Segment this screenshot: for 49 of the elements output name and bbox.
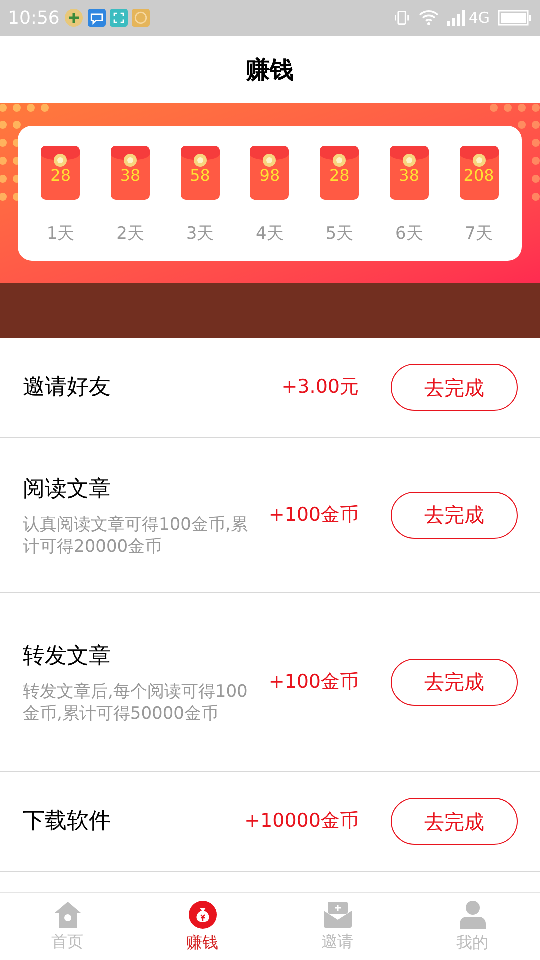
complete-button[interactable]: 去完成 bbox=[391, 798, 518, 845]
day-label: 4天 bbox=[256, 223, 284, 246]
scan-icon bbox=[110, 9, 128, 27]
money-bag-icon bbox=[188, 901, 216, 929]
day-label: 2天 bbox=[116, 223, 144, 246]
day-label: 6天 bbox=[395, 223, 424, 246]
coin-icon bbox=[124, 154, 138, 167]
task-description: 转发文章后,每个阅读可得100金币,累计可得50000金币 bbox=[23, 680, 249, 724]
signal-icon bbox=[446, 10, 465, 26]
task-title: 转发文章 bbox=[23, 642, 112, 670]
wifi-icon bbox=[418, 10, 439, 26]
day-label: 3天 bbox=[186, 223, 214, 246]
complete-button[interactable]: 去完成 bbox=[391, 492, 518, 538]
app-icon bbox=[64, 8, 84, 28]
day-label: 7天 bbox=[465, 223, 493, 246]
reward-amount: +10000金币 bbox=[244, 809, 359, 834]
task-title: 阅读文章 bbox=[23, 476, 112, 504]
task-description: 认真阅读文章可得100金币,累计可得20000金币 bbox=[23, 514, 249, 558]
task-title: 邀请好友 bbox=[23, 374, 112, 402]
envelope-card: 208 bbox=[460, 146, 499, 200]
coin-icon bbox=[402, 154, 416, 167]
envelope-card: 38 bbox=[390, 146, 429, 200]
task-title: 下载软件 bbox=[23, 808, 112, 836]
complete-button[interactable]: 去完成 bbox=[391, 364, 518, 411]
reward-amount: +100金币 bbox=[268, 670, 359, 695]
envelope-card: 58 bbox=[180, 146, 220, 200]
coin-icon bbox=[472, 154, 486, 167]
envelope-card: 28 bbox=[41, 146, 80, 200]
coin-icon bbox=[194, 154, 207, 167]
page-title: 赚钱 bbox=[246, 54, 294, 86]
message-icon bbox=[88, 9, 106, 27]
app-icon bbox=[132, 9, 150, 27]
reward-amount: +3.00元 bbox=[282, 375, 359, 400]
reward-amount: +100金币 bbox=[268, 502, 359, 528]
envelope-icon bbox=[324, 901, 352, 928]
envelope-card: 38 bbox=[111, 146, 150, 200]
envelope-card: 98 bbox=[250, 146, 290, 200]
vibrate-icon bbox=[392, 9, 411, 27]
coin-icon bbox=[54, 154, 68, 167]
envelope-card: 28 bbox=[320, 146, 360, 200]
tab-item[interactable]: 赚钱 bbox=[135, 893, 270, 960]
day-label: 5天 bbox=[326, 223, 354, 246]
home-icon bbox=[54, 901, 82, 928]
coin-icon bbox=[333, 154, 346, 167]
coin-icon bbox=[263, 154, 276, 167]
day-label: 1天 bbox=[46, 223, 75, 246]
complete-button[interactable]: 去完成 bbox=[391, 658, 518, 706]
user-icon bbox=[460, 901, 486, 929]
battery-icon bbox=[498, 10, 532, 26]
